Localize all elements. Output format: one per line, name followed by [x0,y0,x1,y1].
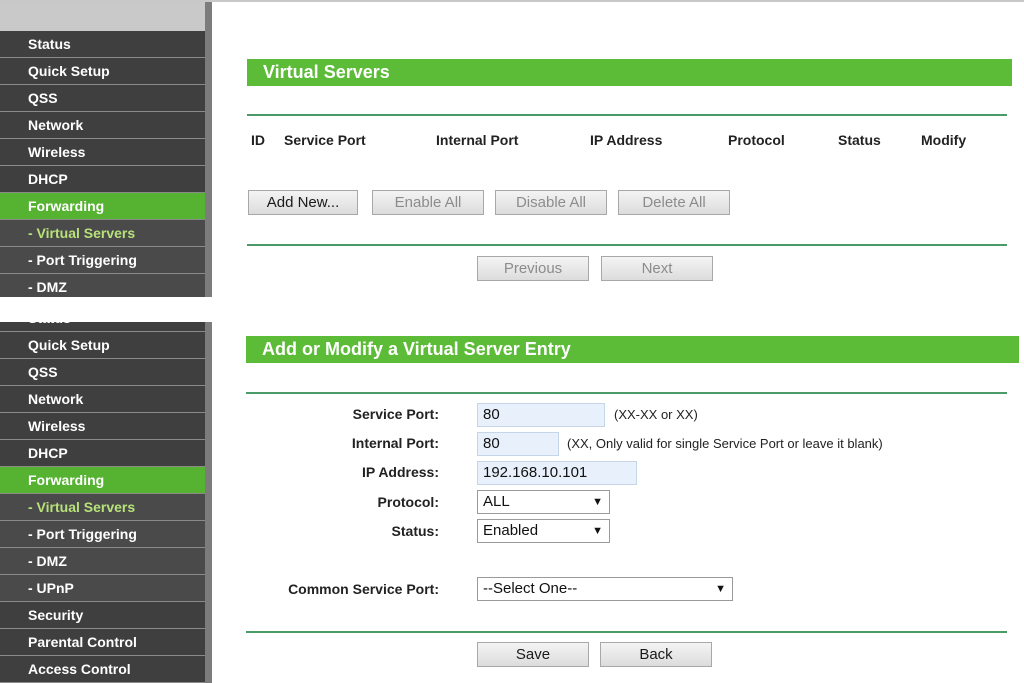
chevron-down-icon: ▼ [592,496,603,508]
sidebar-item-virtual-servers[interactable]: - Virtual Servers [0,220,205,247]
sidebar-item-virtual-servers[interactable]: - Virtual Servers [0,494,205,521]
add-modify-virtual-server-screen: Status Quick Setup QSS Network Wireless … [0,322,1024,683]
protocol-select-value: ALL [483,493,510,510]
sidebar-item-status[interactable]: Status [0,322,205,332]
virtual-servers-screen: Status Quick Setup QSS Network Wireless … [0,0,1024,297]
sidebar-item-dhcp[interactable]: DHCP [0,440,205,467]
sidebar-item-qss[interactable]: QSS [0,359,205,386]
sidebar-item-dhcp[interactable]: DHCP [0,166,205,193]
previous-button[interactable]: Previous [477,256,589,281]
status-label: Status: [391,523,439,539]
sidebar-item-quick-setup[interactable]: Quick Setup [0,332,205,359]
ip-address-label: IP Address: [361,464,439,480]
main-content: Add or Modify a Virtual Server Entry Ser… [212,322,1024,683]
sidebar-edge [205,322,212,683]
delete-all-button[interactable]: Delete All [618,190,730,215]
sidebar-item-dmz[interactable]: - DMZ [0,548,205,575]
disable-all-button[interactable]: Disable All [495,190,607,215]
common-service-port-select-value: --Select One-- [483,580,578,597]
column-header-ip-address: IP Address [590,132,663,148]
protocol-select[interactable]: ALL ▼ [477,490,610,514]
sidebar-item-parental-control[interactable]: Parental Control [0,629,205,656]
sidebar-item-port-triggering[interactable]: - Port Triggering [0,521,205,548]
sidebar: Status Quick Setup QSS Network Wireless … [0,322,212,683]
page-title: Virtual Servers [247,59,1012,86]
sidebar-item-status[interactable]: Status [0,31,205,58]
sidebar-item-forwarding[interactable]: Forwarding [0,467,205,494]
sidebar-item-network[interactable]: Network [0,112,205,139]
next-button[interactable]: Next [601,256,713,281]
enable-all-button[interactable]: Enable All [372,190,484,215]
sidebar-item-quick-setup[interactable]: Quick Setup [0,58,205,85]
sidebar: Status Quick Setup QSS Network Wireless … [0,2,212,297]
status-select[interactable]: Enabled ▼ [477,519,610,543]
sidebar-item-security[interactable]: Security [0,602,205,629]
sidebar-menu: Status Quick Setup QSS Network Wireless … [0,322,205,683]
common-service-port-label: Common Service Port: [288,581,439,597]
chevron-down-icon: ▼ [715,583,726,595]
sidebar-item-wireless[interactable]: Wireless [0,413,205,440]
back-button[interactable]: Back [600,642,712,667]
sidebar-item-dmz[interactable]: - DMZ [0,274,205,297]
status-select-value: Enabled [483,522,539,539]
internal-port-label: Internal Port: [351,435,439,451]
column-header-protocol: Protocol [728,132,785,148]
internal-port-input[interactable]: 80 [477,432,559,456]
main-content: Virtual Servers ID Service Port Internal… [212,2,1024,297]
sidebar-item-upnp[interactable]: - UPnP [0,575,205,602]
column-header-service-port: Service Port [284,132,366,148]
sidebar-item-qss[interactable]: QSS [0,85,205,112]
service-port-hint: (XX-XX or XX) [614,407,698,422]
common-service-port-select[interactable]: --Select One-- ▼ [477,577,733,601]
divider [246,392,1007,394]
save-button[interactable]: Save [477,642,589,667]
sidebar-item-forwarding[interactable]: Forwarding [0,193,205,220]
internal-port-hint: (XX, Only valid for single Service Port … [567,436,883,451]
sidebar-edge [205,2,212,297]
protocol-label: Protocol: [377,494,439,510]
service-port-label: Service Port: [352,406,439,422]
add-new-button[interactable]: Add New... [248,190,358,215]
sidebar-item-access-control[interactable]: Access Control [0,656,205,683]
column-header-id: ID [251,132,265,148]
divider [246,631,1007,633]
service-port-input[interactable]: 80 [477,403,605,427]
chevron-down-icon: ▼ [592,525,603,537]
sidebar-item-port-triggering[interactable]: - Port Triggering [0,247,205,274]
column-header-internal-port: Internal Port [436,132,519,148]
page-title: Add or Modify a Virtual Server Entry [246,336,1019,363]
column-header-modify: Modify [921,132,967,148]
column-header-status: Status [838,132,881,148]
sidebar-item-wireless[interactable]: Wireless [0,139,205,166]
divider [247,244,1007,246]
ip-address-input[interactable]: 192.168.10.101 [477,461,637,485]
sidebar-item-network[interactable]: Network [0,386,205,413]
sidebar-menu: Status Quick Setup QSS Network Wireless … [0,31,205,297]
divider [247,114,1007,116]
